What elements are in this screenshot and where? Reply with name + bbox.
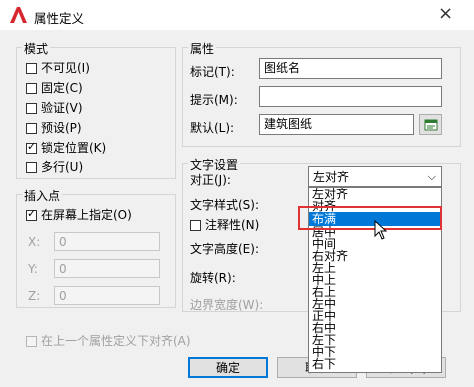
close-icon[interactable]: × <box>438 4 453 24</box>
verify-checkbox[interactable] <box>26 103 37 114</box>
mode-group <box>16 47 176 179</box>
insertion-point-title: 插入点 <box>22 187 63 204</box>
insert-field-icon <box>424 119 438 131</box>
multiline-label: 多行(U) <box>41 160 84 174</box>
annotative-label: 注释性(N) <box>205 218 260 232</box>
prompt-input[interactable] <box>259 86 442 107</box>
preset-label: 预设(P) <box>41 121 82 135</box>
mode-group-title: 模式 <box>22 40 51 57</box>
highlight-annotation-box <box>298 206 442 230</box>
option-bottom-right[interactable]: 右下 <box>309 358 441 370</box>
align-below-label: 在上一个属性定义下对齐(A) <box>41 334 191 348</box>
window-title: 属性定义 <box>34 11 85 26</box>
constant-label: 固定(C) <box>41 81 83 95</box>
x-coordinate-input[interactable]: 0 <box>54 232 160 251</box>
tag-input[interactable]: 图纸名 <box>259 58 442 79</box>
tag-label: 标记(T): <box>190 65 235 79</box>
invisible-label: 不可见(I) <box>41 61 90 75</box>
specify-onscreen-checkbox[interactable] <box>26 207 37 221</box>
insert-field-button[interactable] <box>419 114 442 135</box>
constant-checkbox[interactable] <box>26 83 37 94</box>
justification-select[interactable]: 左对齐 ⌵ <box>308 166 442 187</box>
justification-value: 左对齐 <box>313 170 350 184</box>
default-label: 默认(L): <box>190 121 235 135</box>
mouse-cursor-icon <box>374 220 388 240</box>
invisible-checkbox[interactable] <box>26 63 37 74</box>
align-below-checkbox[interactable] <box>26 336 37 347</box>
annotative-checkbox[interactable] <box>190 220 201 231</box>
lock-position-checkbox[interactable] <box>26 140 37 154</box>
text-style-label: 文字样式(S): <box>190 198 260 212</box>
y-label: Y: <box>28 262 38 276</box>
y-coordinate-input[interactable]: 0 <box>54 259 160 278</box>
rotation-label: 旋转(R): <box>190 271 236 285</box>
preset-checkbox[interactable] <box>26 123 37 134</box>
z-coordinate-input[interactable]: 0 <box>54 286 160 305</box>
verify-label: 验证(V) <box>41 101 83 115</box>
chevron-down-icon: ⌵ <box>427 170 436 183</box>
x-label: X: <box>28 235 41 249</box>
prompt-label: 提示(M): <box>190 93 238 107</box>
specify-onscreen-label: 在屏幕上指定(O) <box>41 208 132 222</box>
z-label: Z: <box>28 289 41 303</box>
multiline-checkbox[interactable] <box>26 162 37 173</box>
default-input[interactable]: 建筑图纸 <box>259 114 414 135</box>
justification-label: 对正(J): <box>190 173 231 187</box>
lock-position-label: 锁定位置(K) <box>41 141 107 155</box>
attribute-group-title: 属性 <box>188 40 217 57</box>
text-height-label: 文字高度(E): <box>190 242 259 256</box>
ok-button[interactable]: 确定 <box>188 357 268 378</box>
boundary-width-label: 边界宽度(W): <box>190 298 264 312</box>
autocad-logo-icon <box>10 7 27 23</box>
